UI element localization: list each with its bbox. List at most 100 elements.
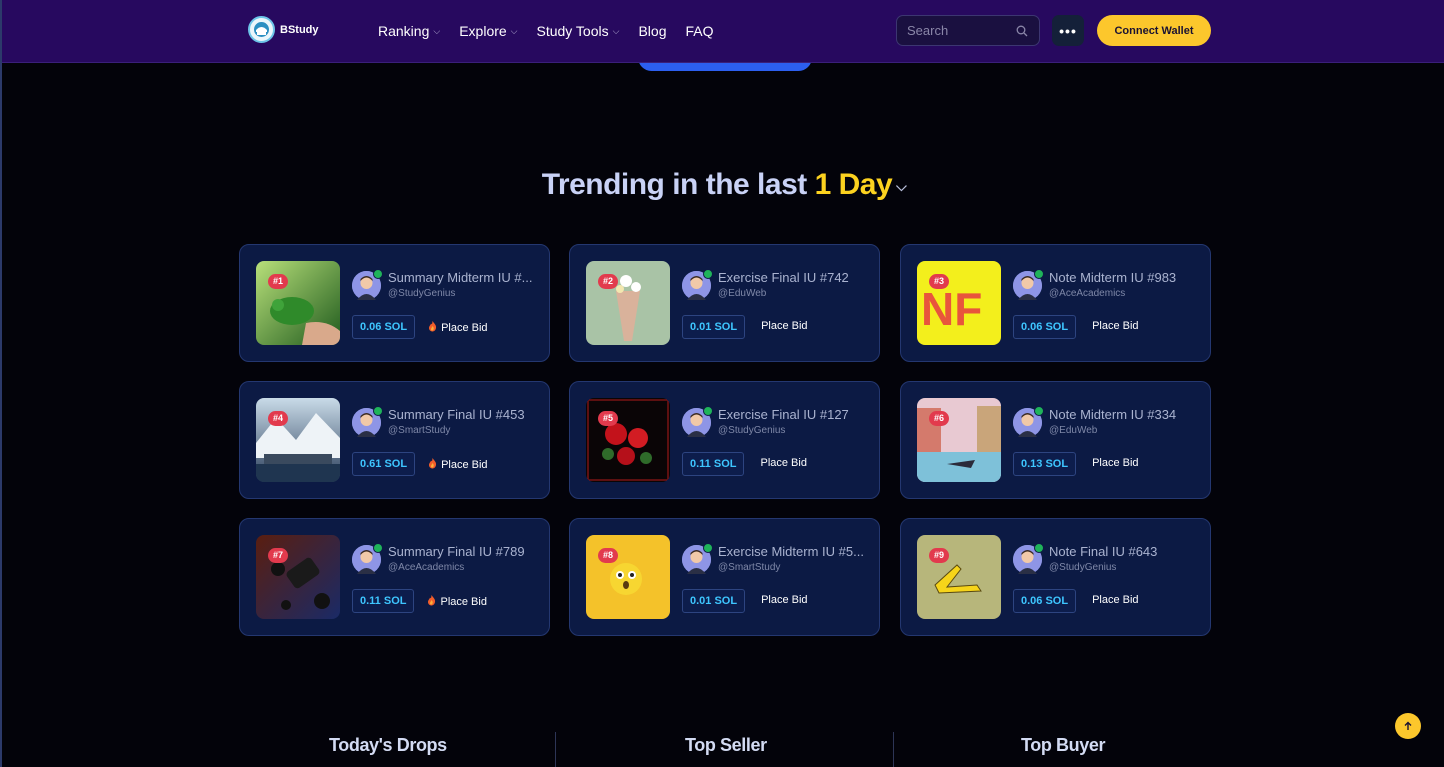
item-thumbnail[interactable]: NF #3 <box>917 261 1001 345</box>
bstudy-logo-icon <box>248 16 275 43</box>
brand-logo[interactable]: BStudy <box>248 16 319 43</box>
creator-handle[interactable]: @SmartStudy <box>388 425 450 436</box>
avatar[interactable] <box>352 543 383 574</box>
place-bid-label: Place Bid <box>440 595 487 608</box>
nav-blog-label: Blog <box>638 23 667 39</box>
avatar[interactable] <box>682 406 713 437</box>
verified-check-icon <box>373 543 383 553</box>
place-bid-button[interactable]: Place Bid <box>1092 320 1138 332</box>
creator-handle[interactable]: @EduWeb <box>1049 425 1097 436</box>
place-bid-label: Place Bid <box>1092 457 1139 469</box>
rank-badge: #7 <box>268 548 289 563</box>
item-thumbnail[interactable]: #7 <box>256 535 340 619</box>
item-thumbnail[interactable]: #2 <box>586 261 670 345</box>
trending-card[interactable]: #8 Exercise Midterm IU #5... @SmartStudy 0.… <box>569 518 880 636</box>
verified-check-icon <box>703 269 713 279</box>
price-tag: 0.06 SOL <box>1013 589 1077 613</box>
item-thumbnail[interactable]: #4 <box>256 398 340 482</box>
place-bid-button[interactable]: Place Bid <box>427 457 488 472</box>
scroll-to-top-button[interactable] <box>1395 713 1421 739</box>
more-dots-icon: ••• <box>1059 22 1077 39</box>
item-title[interactable]: Summary Midterm IU #... <box>388 270 538 285</box>
price-tag: 0.06 SOL <box>1013 315 1077 339</box>
trending-card[interactable]: #4 Summary Final IU #453 @SmartStudy 0.61 S… <box>239 381 550 499</box>
verified-check-icon <box>1034 406 1044 416</box>
connect-wallet-button[interactable]: Connect Wallet <box>1097 15 1211 46</box>
item-title[interactable]: Exercise Midterm IU #5... <box>718 544 868 559</box>
nav-ranking-label: Ranking <box>378 23 430 39</box>
place-bid-label: Place Bid <box>1092 320 1139 332</box>
creator-handle[interactable]: @AceAcademics <box>388 562 464 573</box>
top-navbar: BStudy Ranking ⌵ Explore ⌵ Study Tools ⌵… <box>2 0 1444 63</box>
item-title[interactable]: Exercise Final IU #742 <box>718 270 868 285</box>
creator-handle[interactable]: @StudyGenius <box>718 425 785 436</box>
item-thumbnail[interactable]: #8 <box>586 535 670 619</box>
avatar[interactable] <box>1013 269 1044 300</box>
verified-check-icon <box>703 406 713 416</box>
trending-title[interactable]: Trending in the last 1 Day ⌵ <box>2 168 1444 202</box>
place-bid-label: Place Bid <box>1092 594 1139 606</box>
creator-handle[interactable]: @StudyGenius <box>1049 562 1116 573</box>
price-tag: 0.01 SOL <box>682 315 746 339</box>
creator-handle[interactable]: @StudyGenius <box>388 288 455 299</box>
creator-handle[interactable]: @SmartStudy <box>718 562 780 573</box>
nav-blog[interactable]: Blog <box>638 22 666 40</box>
avatar[interactable] <box>352 269 383 300</box>
item-title[interactable]: Note Midterm IU #334 <box>1049 407 1199 422</box>
nav-explore[interactable]: Explore ⌵ <box>459 22 517 40</box>
item-title[interactable]: Note Midterm IU #983 <box>1049 270 1199 285</box>
item-thumbnail[interactable]: #1 <box>256 261 340 345</box>
avatar[interactable] <box>682 543 713 574</box>
place-bid-button[interactable]: Place Bid <box>760 457 806 469</box>
search-input[interactable] <box>907 23 1007 38</box>
rank-badge: #2 <box>598 274 619 289</box>
trending-card[interactable]: #5 Exercise Final IU #127 @StudyGenius 0.11… <box>569 381 880 499</box>
price-tag: 0.61 SOL <box>352 452 416 476</box>
main-nav: Ranking ⌵ Explore ⌵ Study Tools ⌵ Blog F… <box>378 22 733 40</box>
avatar[interactable] <box>1013 543 1044 574</box>
trending-card[interactable]: #1 Summary Midterm IU #... @StudyGenius 0.0… <box>239 244 550 362</box>
creator-handle[interactable]: @AceAcademics <box>1049 288 1125 299</box>
rank-badge: #4 <box>268 411 289 426</box>
divider <box>893 732 894 767</box>
avatar[interactable] <box>682 269 713 300</box>
place-bid-button[interactable]: Place Bid <box>426 594 487 609</box>
nav-study-tools[interactable]: Study Tools ⌵ <box>537 22 620 40</box>
place-bid-button[interactable]: Place Bid <box>1092 594 1138 606</box>
place-bid-button[interactable]: Place Bid <box>761 320 807 332</box>
tab-top-seller[interactable]: Top Seller <box>685 735 767 756</box>
nav-ranking[interactable]: Ranking ⌵ <box>378 22 440 40</box>
avatar[interactable] <box>1013 406 1044 437</box>
trending-card[interactable]: #2 Exercise Final IU #742 @EduWeb 0.01 SOL P… <box>569 244 880 362</box>
avatar[interactable] <box>352 406 383 437</box>
trending-card[interactable]: #7 Summary Final IU #789 @AceAcademics 0.11… <box>239 518 550 636</box>
verified-check-icon <box>1034 269 1044 279</box>
chevron-down-icon: ⌵ <box>896 177 907 194</box>
place-bid-button[interactable]: Place Bid <box>761 594 807 606</box>
fire-icon <box>427 457 438 472</box>
item-title[interactable]: Summary Final IU #789 <box>388 544 538 559</box>
item-title[interactable]: Exercise Final IU #127 <box>718 407 868 422</box>
tab-top-buyer[interactable]: Top Buyer <box>1021 735 1105 756</box>
chevron-down-icon: ⌵ <box>510 25 518 36</box>
bottom-tabs: Today's Drops Top Seller Top Buyer <box>2 732 1444 767</box>
item-thumbnail[interactable]: #6 <box>917 398 1001 482</box>
trending-card[interactable]: #6 Note Midterm IU #334 @EduWeb 0.13 SOL Pla… <box>900 381 1211 499</box>
trending-card[interactable]: NF #3 Note Midterm IU #983 @AceAcademics 0.0… <box>900 244 1211 362</box>
more-menu-button[interactable]: ••• <box>1052 15 1084 46</box>
item-thumbnail[interactable]: #5 <box>586 398 670 482</box>
place-bid-button[interactable]: Place Bid <box>427 320 488 335</box>
nav-faq[interactable]: FAQ <box>685 22 713 40</box>
place-bid-button[interactable]: Place Bid <box>1092 457 1138 469</box>
item-thumbnail[interactable]: #9 <box>917 535 1001 619</box>
trending-card[interactable]: #9 Note Final IU #643 @StudyGenius 0.06 SOL… <box>900 518 1211 636</box>
creator-handle[interactable]: @EduWeb <box>718 288 766 299</box>
item-title[interactable]: Summary Final IU #453 <box>388 407 538 422</box>
price-tag: 0.13 SOL <box>1013 452 1077 476</box>
price-tag: 0.01 SOL <box>682 589 746 613</box>
search-icon[interactable] <box>1016 24 1028 42</box>
chevron-down-icon: ⌵ <box>612 25 620 36</box>
tab-todays-drops[interactable]: Today's Drops <box>329 735 447 756</box>
item-title[interactable]: Note Final IU #643 <box>1049 544 1199 559</box>
verified-check-icon <box>373 406 383 416</box>
